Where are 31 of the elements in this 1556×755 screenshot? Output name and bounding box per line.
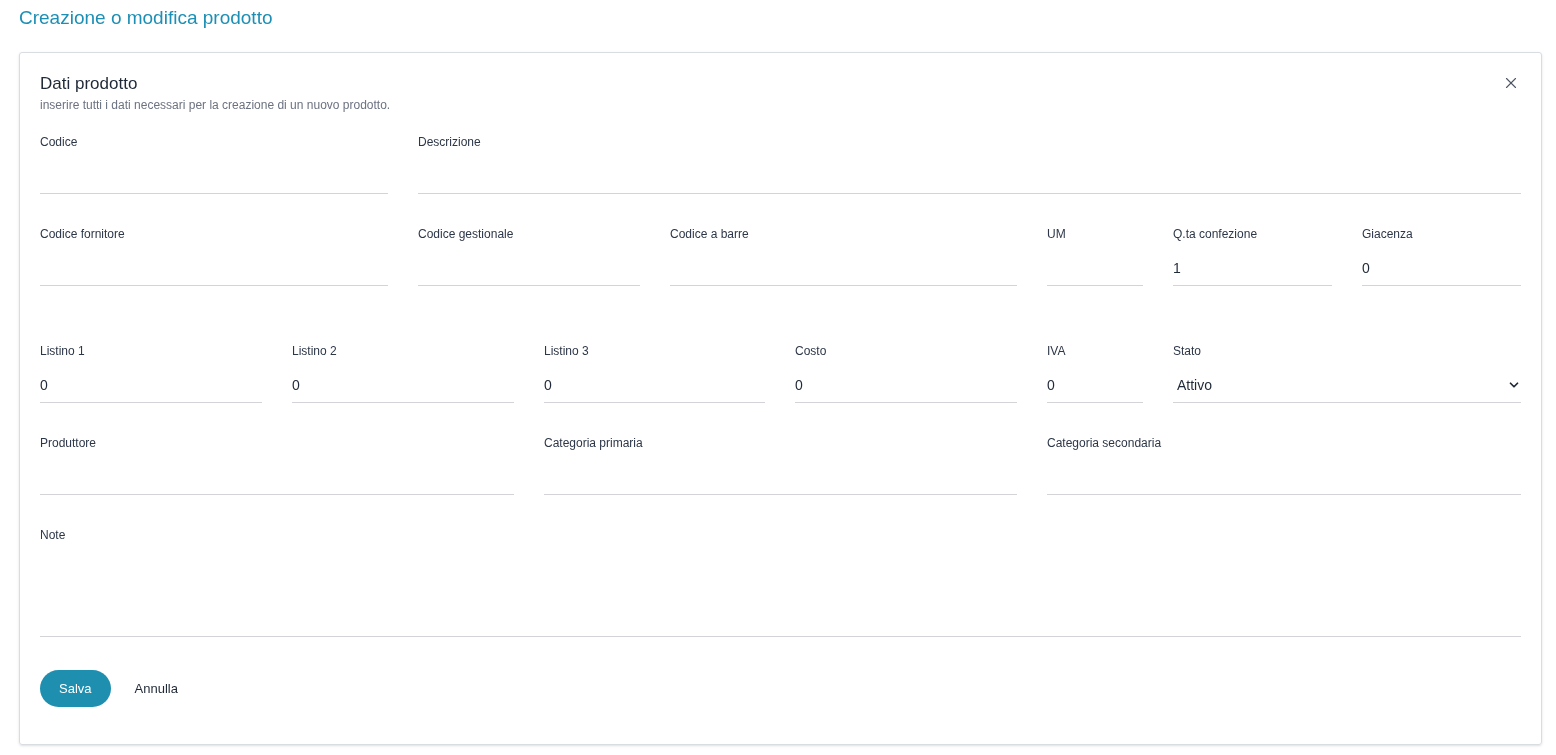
input-field[interactable]: 0 [292,368,514,403]
field-label: Codice gestionale [418,226,515,243]
field-label: Giacenza [1362,226,1414,243]
field-label: Note [40,527,67,544]
field-label: Descrizione [418,134,482,151]
field-label: Listino 3 [544,343,590,360]
field-label: Codice fornitore [40,226,126,243]
field-label: Q.ta confezione [1173,226,1259,243]
input-field[interactable]: 0 [40,368,262,403]
field-label: IVA [1047,343,1067,360]
field-label: UM [1047,226,1067,243]
field-label: Codice [40,134,79,151]
field-label: Stato [1173,343,1203,360]
field-label: Categoria secondaria [1047,435,1163,452]
input-field[interactable]: 1 [1173,251,1332,286]
field-label: Categoria primaria [544,435,644,452]
select-field[interactable]: Attivo [1173,368,1521,403]
save-button[interactable]: Salva [40,670,111,707]
cancel-button[interactable]: Annulla [114,670,198,707]
input-field[interactable]: 0 [1047,368,1143,403]
input-field[interactable]: 0 [1362,251,1521,286]
field-label: Costo [795,343,828,360]
card-subtitle: inserire tutti i dati necessari per la creazione di un nuovo prodotto. [40,97,391,113]
field-label: Produttore [40,435,98,452]
input-field[interactable]: 0 [544,368,765,403]
input-field[interactable]: 0 [795,368,1017,403]
field-label: Listino 2 [292,343,338,360]
card-title: Dati prodotto [40,73,139,95]
field-label: Listino 1 [40,343,86,360]
field-label: Codice a barre [670,226,750,243]
page-title: Creazione o modifica prodotto [19,6,274,30]
